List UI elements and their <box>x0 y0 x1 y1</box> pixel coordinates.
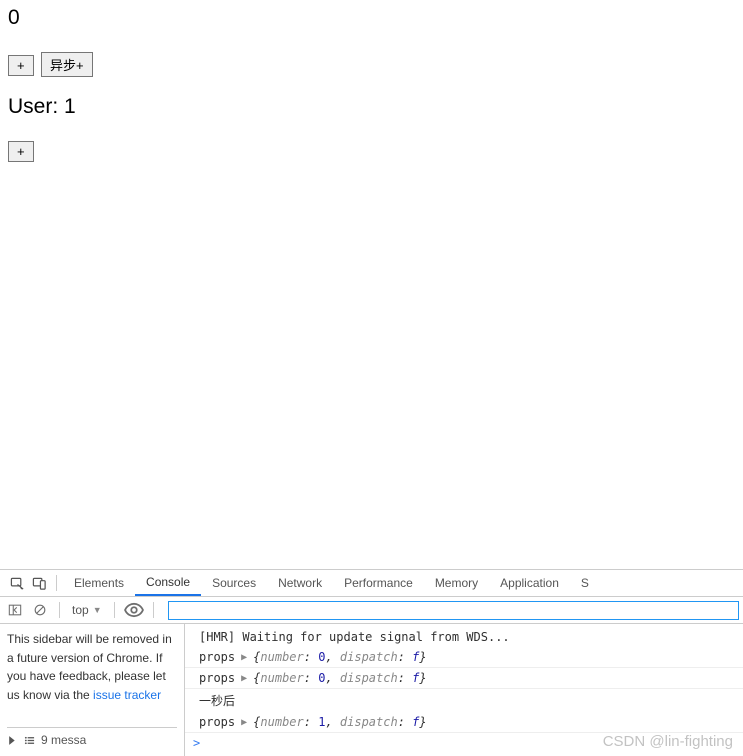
user-value: 1 <box>64 95 76 118</box>
sidebar-notice: This sidebar will be removed in a future… <box>7 630 177 704</box>
log-text: 一秒后 <box>199 692 235 709</box>
console-prompt[interactable]: > <box>185 733 743 753</box>
toggle-sidebar-icon[interactable] <box>4 599 26 621</box>
object-preview[interactable]: {number: 0, dispatch: f} <box>253 650 426 664</box>
devtools-body: This sidebar will be removed in a future… <box>0 624 743 756</box>
log-row: props ▶ {number: 0, dispatch: f} <box>185 647 743 668</box>
tab-elements[interactable]: Elements <box>63 571 135 595</box>
device-toggle-icon[interactable] <box>28 572 50 594</box>
separator <box>59 602 60 618</box>
issue-tracker-link[interactable]: issue tracker <box>93 688 161 702</box>
tab-application[interactable]: Application <box>489 571 570 595</box>
user-label: User: 1 <box>8 95 735 119</box>
log-row: [HMR] Waiting for update signal from WDS… <box>185 627 743 647</box>
tab-overflow[interactable]: S <box>570 571 600 595</box>
tab-performance[interactable]: Performance <box>333 571 424 595</box>
counter-value: 0 <box>8 6 735 30</box>
chevron-down-icon: ▼ <box>93 605 102 615</box>
log-row: 一秒后 <box>185 689 743 712</box>
context-label: top <box>72 603 89 617</box>
sidebar-bottom-row[interactable]: 9 messa <box>7 727 177 750</box>
console-sidebar: This sidebar will be removed in a future… <box>0 624 185 756</box>
app-area: 0 + 异步+ User: 1 + <box>0 0 743 186</box>
prompt-chevron-icon: > <box>193 736 200 750</box>
clear-console-icon[interactable] <box>29 599 51 621</box>
async-increment-button[interactable]: 异步+ <box>41 52 93 77</box>
log-row: props ▶ {number: 1, dispatch: f} <box>185 712 743 733</box>
separator <box>114 602 115 618</box>
tab-memory[interactable]: Memory <box>424 571 489 595</box>
increment-button[interactable]: + <box>8 55 34 76</box>
whitespace-filler <box>0 186 743 569</box>
object-preview[interactable]: {number: 1, dispatch: f} <box>253 715 426 729</box>
devtools-panel: Elements Console Sources Network Perform… <box>0 569 743 756</box>
log-text: [HMR] Waiting for update signal from WDS… <box>199 630 510 644</box>
log-label: props <box>199 715 235 729</box>
separator <box>56 575 57 591</box>
disclosure-triangle-icon[interactable]: ▶ <box>241 652 247 663</box>
chevron-right-icon <box>7 735 18 746</box>
console-filter-input[interactable] <box>168 601 739 620</box>
object-preview[interactable]: {number: 0, dispatch: f} <box>253 671 426 685</box>
log-label: props <box>199 671 235 685</box>
counter-buttons: + 异步+ <box>8 52 735 77</box>
devtools-tabbar: Elements Console Sources Network Perform… <box>0 570 743 597</box>
separator <box>153 602 154 618</box>
console-toolbar: top ▼ <box>0 597 743 624</box>
log-label: props <box>199 650 235 664</box>
tab-console[interactable]: Console <box>135 570 201 596</box>
inspect-icon[interactable] <box>6 572 28 594</box>
disclosure-triangle-icon[interactable]: ▶ <box>241 717 247 728</box>
tab-network[interactable]: Network <box>267 571 333 595</box>
execution-context-select[interactable]: top ▼ <box>68 603 106 617</box>
list-icon <box>24 735 35 746</box>
disclosure-triangle-icon[interactable]: ▶ <box>241 673 247 684</box>
live-expression-icon[interactable] <box>123 599 145 621</box>
console-output: [HMR] Waiting for update signal from WDS… <box>185 624 743 756</box>
user-label-prefix: User: <box>8 95 64 118</box>
tab-sources[interactable]: Sources <box>201 571 267 595</box>
user-increment-button[interactable]: + <box>8 141 34 162</box>
log-row: props ▶ {number: 0, dispatch: f} <box>185 668 743 689</box>
sidebar-count-label: 9 messa <box>41 731 86 750</box>
user-buttons: + <box>8 141 735 162</box>
